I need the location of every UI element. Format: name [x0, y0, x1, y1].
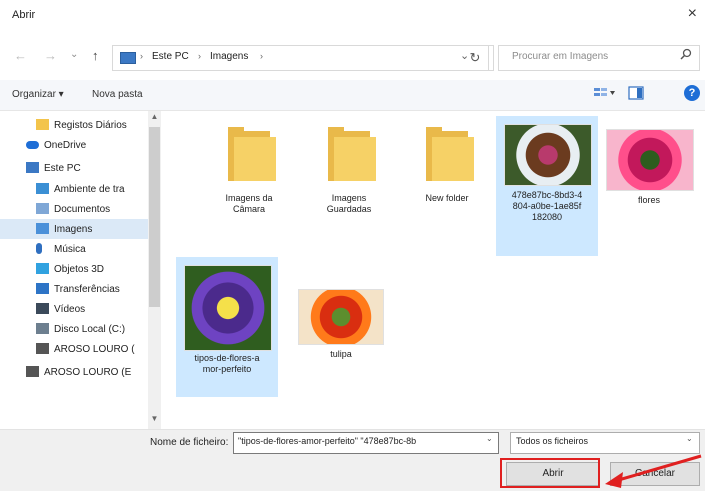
scroll-down-icon[interactable]: ▼	[148, 414, 161, 427]
filetype-dropdown-icon[interactable]: ⌄	[686, 434, 693, 443]
sidebar-item-label: Música	[54, 244, 86, 255]
sidebar-item-aroso-louro[interactable]: AROSO LOURO (	[0, 339, 148, 359]
video-icon	[36, 303, 49, 314]
image-file-item[interactable]: 478e87bc-8bd3-4 804-a0be-1ae85f 182080	[496, 116, 598, 256]
folder-item[interactable]: Imagens Guardadas	[298, 121, 400, 231]
file-name-label: Imagens da Câmara	[225, 193, 273, 214]
sidebar-item-disco-local-c[interactable]: Disco Local (C:)	[0, 319, 148, 339]
sidebar-item-objetos-3d[interactable]: Objetos 3D	[0, 259, 148, 279]
refresh-button[interactable]: ↻	[462, 45, 489, 71]
search-icon[interactable]	[680, 48, 692, 63]
image-file-item[interactable]: tipos-de-flores-a mor-perfeito	[176, 257, 278, 397]
sidebar-item-label: Ambiente de tra	[54, 184, 125, 195]
scroll-up-icon[interactable]: ▲	[148, 112, 161, 125]
pointer-arrow-icon	[605, 454, 702, 488]
pictures-icon	[36, 223, 49, 234]
breadcrumb-este-pc[interactable]: Este PC	[152, 51, 189, 62]
navigation-pane: Registos Diários OneDrive Este PC Ambiente …	[0, 111, 162, 429]
sidebar-item-label: Disco Local (C:)	[54, 324, 126, 335]
sidebar-item-label: OneDrive	[44, 140, 87, 151]
file-name-label: tipos-de-flores-a mor-perfeito	[194, 353, 260, 374]
image-thumbnail	[298, 289, 384, 345]
new-folder-button[interactable]: Nova pasta	[92, 89, 143, 100]
sidebar-item-m-sica[interactable]: Música	[0, 239, 148, 259]
file-list: Imagens da Câmara Imagens Guardadas New fo…	[162, 111, 705, 429]
computer-icon	[120, 52, 136, 64]
folder-item[interactable]: Imagens da Câmara	[198, 121, 300, 231]
close-button[interactable]: ×	[688, 5, 697, 23]
image-thumbnail	[606, 129, 694, 191]
desktop-icon	[36, 183, 49, 194]
sidebar-item-label: Imagens	[54, 224, 93, 235]
music-icon	[36, 243, 42, 254]
sidebar-item-v-deos[interactable]: Vídeos	[0, 299, 148, 319]
forward-arrow-icon[interactable]: →	[44, 48, 57, 63]
sidebar-item-label: Objetos 3D	[54, 264, 105, 275]
drive-icon	[26, 366, 39, 377]
download-icon	[36, 283, 49, 294]
file-name-label: tulipa	[330, 349, 352, 359]
view-options-icon[interactable]	[594, 87, 616, 102]
image-file-item[interactable]: tulipa	[290, 281, 392, 391]
back-arrow-icon[interactable]: ←	[14, 48, 27, 63]
sidebar-item-imagens[interactable]: Imagens	[0, 219, 148, 239]
folder-icon	[36, 119, 49, 130]
recent-locations-icon[interactable]: ⌄	[70, 49, 78, 60]
help-icon[interactable]: ?	[684, 85, 700, 101]
documents-icon	[36, 203, 49, 214]
filename-value: "tipos-de-flores-amor-perfeito" "478e87b…	[238, 436, 417, 446]
sidebar-item-label: Vídeos	[54, 304, 86, 315]
breadcrumb-imagens[interactable]: Imagens	[210, 51, 248, 62]
filename-label: Nome de ficheiro:	[150, 437, 229, 448]
image-thumbnail	[184, 265, 272, 351]
breadcrumb-separator: ›	[198, 51, 201, 61]
sidebar-item-label: Documentos	[54, 204, 111, 215]
sidebar-item-label: AROSO LOURO (	[54, 344, 135, 355]
sidebar-item-registos-di-rios[interactable]: Registos Diários	[0, 115, 148, 135]
folder-front	[334, 137, 376, 181]
image-file-item[interactable]: flores	[598, 121, 700, 231]
sidebar-scroll-thumb[interactable]	[149, 127, 160, 307]
open-button-highlight	[500, 458, 600, 488]
search-placeholder: Procurar em Imagens	[512, 51, 609, 62]
preview-pane-icon[interactable]	[628, 86, 644, 103]
sidebar-item-ambiente-de-tra[interactable]: Ambiente de tra	[0, 179, 148, 199]
sidebar-item-este-pc[interactable]: Este PC	[0, 158, 148, 178]
computer-icon	[26, 162, 39, 173]
sidebar-item-transfer-ncias[interactable]: Transferências	[0, 279, 148, 299]
folder-front	[432, 137, 474, 181]
drive-icon	[36, 323, 49, 334]
filename-dropdown-icon[interactable]: ⌄	[486, 434, 493, 443]
sidebar-item-label: Registos Diários	[54, 120, 127, 131]
file-name-label: 478e87bc-8bd3-4 804-a0be-1ae85f 182080	[511, 190, 583, 222]
sidebar-item-documentos[interactable]: Documentos	[0, 199, 148, 219]
file-name-label: Imagens Guardadas	[326, 193, 372, 214]
drive-icon	[36, 343, 49, 354]
window-title: Abrir	[12, 9, 36, 21]
sidebar-item-label: Este PC	[44, 163, 81, 174]
breadcrumb-separator: ›	[140, 51, 143, 61]
sidebar-item-onedrive[interactable]: OneDrive	[0, 135, 148, 155]
up-arrow-icon[interactable]: ↑	[92, 48, 99, 63]
sidebar-item-label: Transferências	[54, 284, 120, 295]
title-bar	[0, 0, 705, 32]
cube-icon	[36, 263, 49, 274]
sidebar-item-label: AROSO LOURO (E	[44, 367, 132, 378]
sidebar-item-aroso-louro-e[interactable]: AROSO LOURO (E	[0, 362, 148, 382]
image-thumbnail	[504, 124, 592, 186]
filetype-value: Todos os ficheiros	[516, 436, 589, 446]
file-name-label: flores	[637, 195, 660, 205]
file-name-label: New folder	[425, 193, 469, 203]
cloud-icon	[26, 141, 39, 149]
folder-item[interactable]: New folder	[396, 121, 498, 231]
organize-menu[interactable]: Organizar ▾	[12, 89, 64, 100]
breadcrumb-separator: ›	[260, 51, 263, 61]
folder-front	[234, 137, 276, 181]
